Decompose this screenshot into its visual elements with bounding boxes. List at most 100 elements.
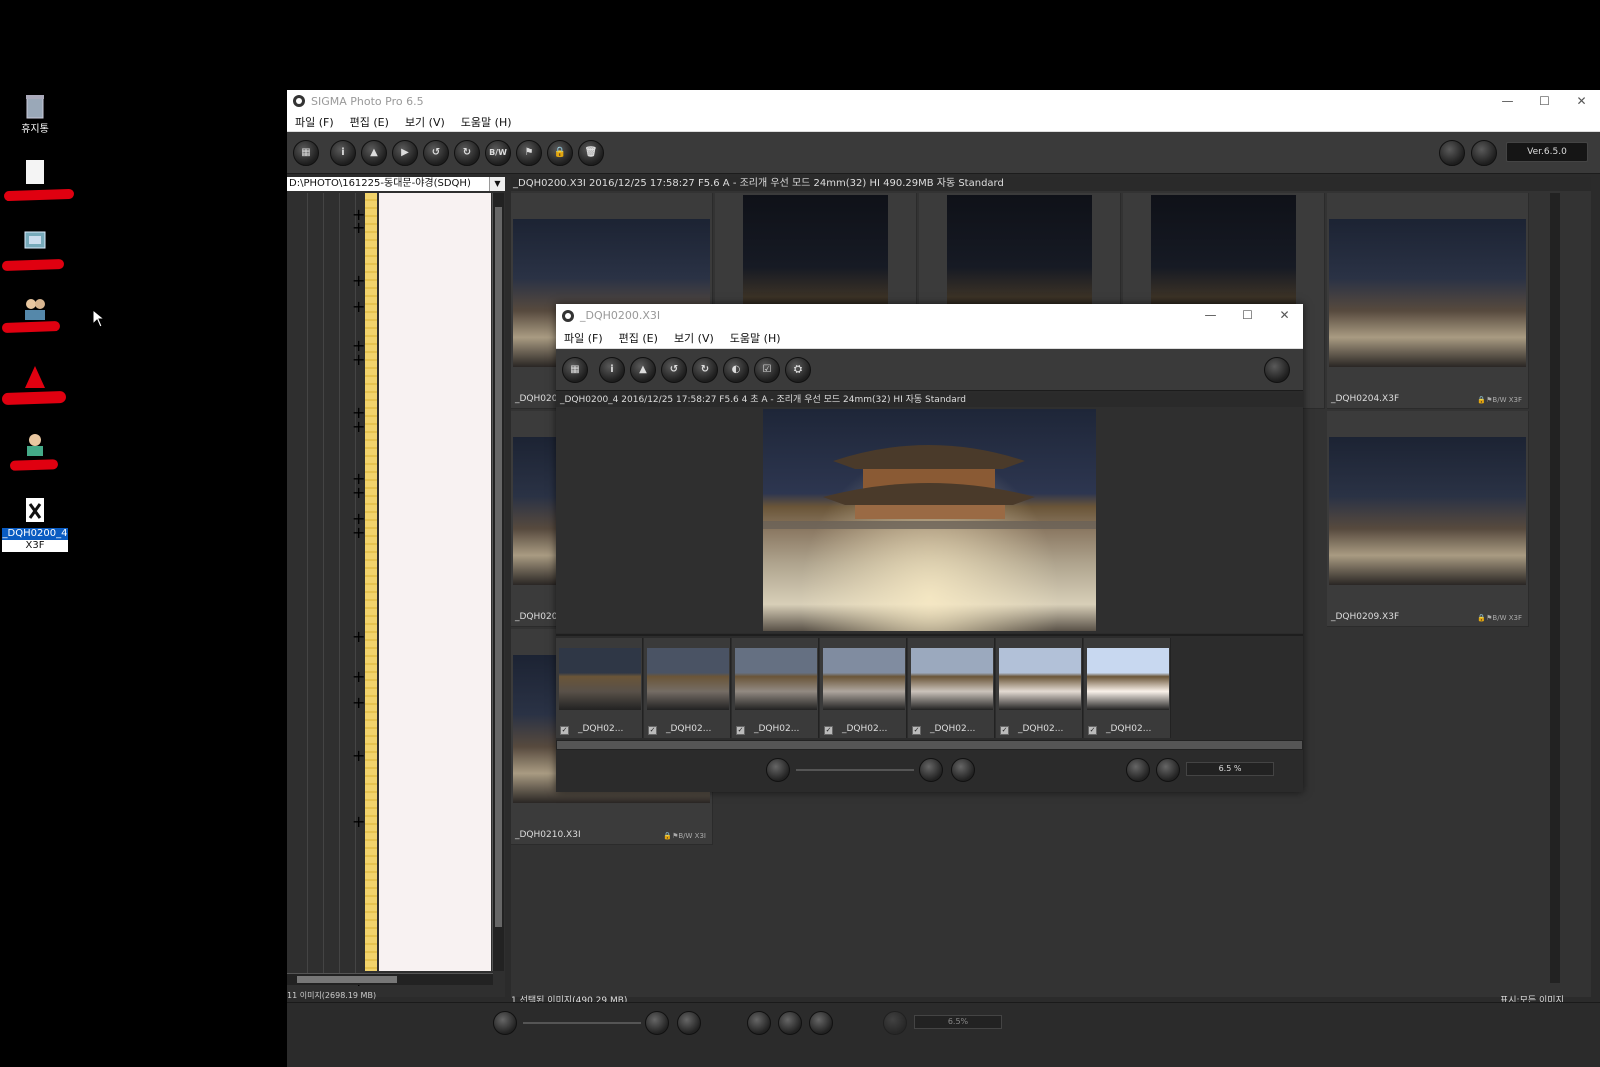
tree-expand-icon[interactable]: + [352, 297, 365, 316]
single-view-button[interactable] [645, 1011, 669, 1035]
upload-button[interactable]: ▲ [630, 356, 656, 383]
filmstrip-image [735, 648, 817, 710]
browser-vscroll[interactable] [1550, 193, 1560, 983]
folder-vscroll[interactable] [492, 193, 504, 971]
compare-view-button[interactable] [677, 1011, 701, 1035]
grid-view-mode-button[interactable] [747, 1011, 771, 1035]
tree-expand-icon[interactable]: + [352, 218, 365, 237]
filmstrip-thumb[interactable]: ✓ _DQH02... [644, 638, 731, 738]
tree-expand-icon[interactable]: + [352, 627, 365, 646]
tree-expand-icon[interactable]: + [352, 693, 365, 712]
redaction-mark [3, 188, 75, 202]
menu-view[interactable]: 보기 (V) [674, 330, 714, 346]
tree-expand-icon[interactable]: + [352, 271, 365, 290]
rotate-right-button[interactable]: ↻ [692, 356, 718, 383]
maximize-button[interactable]: ☐ [1229, 304, 1266, 326]
close-button[interactable]: ✕ [1563, 90, 1600, 112]
tree-expand-icon[interactable]: + [352, 523, 365, 542]
tree-expand-icon[interactable]: + [352, 746, 365, 765]
adjust-button[interactable]: ◐ [723, 356, 749, 383]
filmstrip-checkbox[interactable]: ✓ [736, 726, 745, 735]
single-view-button[interactable] [919, 758, 943, 782]
filmstrip-thumb[interactable]: ✓ _DQH02... [996, 638, 1083, 738]
filmstrip-thumb[interactable]: ✓ _DQH02... [1084, 638, 1171, 738]
tree-expand-icon[interactable]: + [352, 667, 365, 686]
fit-button[interactable] [883, 1011, 907, 1035]
thumbnail-cell[interactable]: _DQH0204.X3F 🔒⚑B/W X3F [1327, 193, 1529, 409]
folder-hscroll[interactable] [287, 973, 493, 985]
thumbnail-size-slider[interactable] [523, 1022, 641, 1024]
menu-edit[interactable]: 편집 (E) [619, 330, 658, 346]
close-button[interactable]: ✕ [1266, 304, 1303, 326]
main-titlebar[interactable]: SIGMA Photo Pro 6.5 — ☐ ✕ [287, 90, 1600, 112]
filmstrip-checkbox[interactable]: ✓ [1000, 726, 1009, 735]
filmstrip-thumb[interactable]: ✓ _DQH02... [556, 638, 643, 738]
rotate-left-button[interactable]: ↺ [661, 356, 687, 383]
desktop-icon-app[interactable] [2, 362, 68, 394]
desktop-icon-user[interactable] [2, 430, 68, 462]
menu-view[interactable]: 보기 (V) [405, 114, 445, 130]
split-view-button[interactable] [809, 1011, 833, 1035]
compare-view-button[interactable] [951, 758, 975, 782]
rotate-right-button[interactable]: ↻ [454, 139, 480, 166]
folder-list[interactable] [379, 193, 491, 971]
tree-expand-icon[interactable]: + [352, 350, 365, 369]
info-button[interactable]: i [330, 139, 356, 166]
thumbnail-image [947, 195, 1092, 315]
sub-titlebar[interactable]: _DQH0200.X3I — ☐ ✕ [556, 304, 1303, 327]
upload-button[interactable]: ▲ [361, 139, 387, 166]
menu-help[interactable]: 도움말 (H) [461, 114, 512, 130]
desktop-icon-file[interactable] [2, 158, 68, 190]
thumbnail-cell[interactable]: _DQH0209.X3F 🔒⚑B/W X3F [1327, 411, 1529, 627]
exposure-button[interactable] [1126, 758, 1150, 782]
lock-button[interactable]: 🔒 [547, 139, 573, 166]
filmstrip-checkbox[interactable]: ✓ [1088, 726, 1097, 735]
maximize-button[interactable]: ☐ [1526, 90, 1563, 112]
filmstrip-scrollbar[interactable] [556, 740, 1303, 750]
select-button[interactable]: ☑ [754, 356, 780, 383]
grid-view-button[interactable]: ▦ [293, 139, 319, 166]
grid-view-button[interactable]: ▦ [562, 356, 588, 383]
file-icon [21, 158, 49, 188]
menu-help[interactable]: 도움말 (H) [730, 330, 781, 346]
desktop-icon-network[interactable] [2, 226, 68, 258]
tree-expand-icon[interactable]: + [352, 417, 365, 436]
filmstrip-view-button[interactable] [778, 1011, 802, 1035]
settings-button[interactable]: ⛭ [785, 356, 811, 383]
menu-edit[interactable]: 편집 (E) [350, 114, 389, 130]
window-mode-button[interactable] [1439, 140, 1465, 166]
rotate-left-button[interactable]: ↺ [423, 139, 449, 166]
desktop-icon-x3f-file[interactable]: _DQH0200_4 X3F [2, 496, 68, 552]
flag-button[interactable]: ⚑ [516, 139, 542, 166]
minimize-button[interactable]: — [1489, 90, 1526, 112]
filmstrip-checkbox[interactable]: ✓ [648, 726, 657, 735]
menu-file[interactable]: 파일 (F) [564, 330, 603, 346]
fit-button[interactable] [1156, 758, 1180, 782]
filmstrip-name: _DQH02... [666, 724, 712, 734]
filmstrip-checkbox[interactable]: ✓ [912, 726, 921, 735]
filmstrip-checkbox[interactable]: ✓ [824, 726, 833, 735]
info-button[interactable]: i [599, 356, 625, 383]
bw-button[interactable]: B/W [485, 139, 511, 166]
folder-path-dropdown[interactable]: D:\PHOTO\161225-동대문-야경(SDQH) ▼ [287, 177, 505, 191]
thumbnail-size-slider[interactable] [796, 769, 914, 771]
tree-expand-icon[interactable]: + [352, 812, 365, 831]
tree-expand-icon[interactable]: + [352, 483, 365, 502]
grid-size-button[interactable] [766, 758, 790, 782]
chevron-down-icon[interactable]: ▼ [489, 177, 505, 191]
filmstrip-thumb[interactable]: ✓ _DQH02... [732, 638, 819, 738]
zoom-box[interactable]: 6.5 % [1186, 762, 1274, 776]
window-mode-button[interactable] [1264, 357, 1290, 383]
delete-button[interactable]: 🗑 [578, 139, 604, 166]
multi-window-button[interactable] [1471, 140, 1497, 166]
minimize-button[interactable]: — [1192, 304, 1229, 326]
filmstrip-checkbox[interactable]: ✓ [560, 726, 569, 735]
grid-size-button[interactable] [493, 1011, 517, 1035]
filmstrip-thumb[interactable]: ✓ _DQH02... [820, 638, 907, 738]
preview-area[interactable] [556, 407, 1303, 633]
menu-file[interactable]: 파일 (F) [295, 114, 334, 130]
zoom-box[interactable]: 6.5% [914, 1015, 1002, 1029]
desktop-icon-recycle-bin[interactable]: 휴지통 [2, 92, 68, 136]
slideshow-button[interactable]: ▶ [392, 139, 418, 166]
filmstrip-thumb[interactable]: ✓ _DQH02... [908, 638, 995, 738]
